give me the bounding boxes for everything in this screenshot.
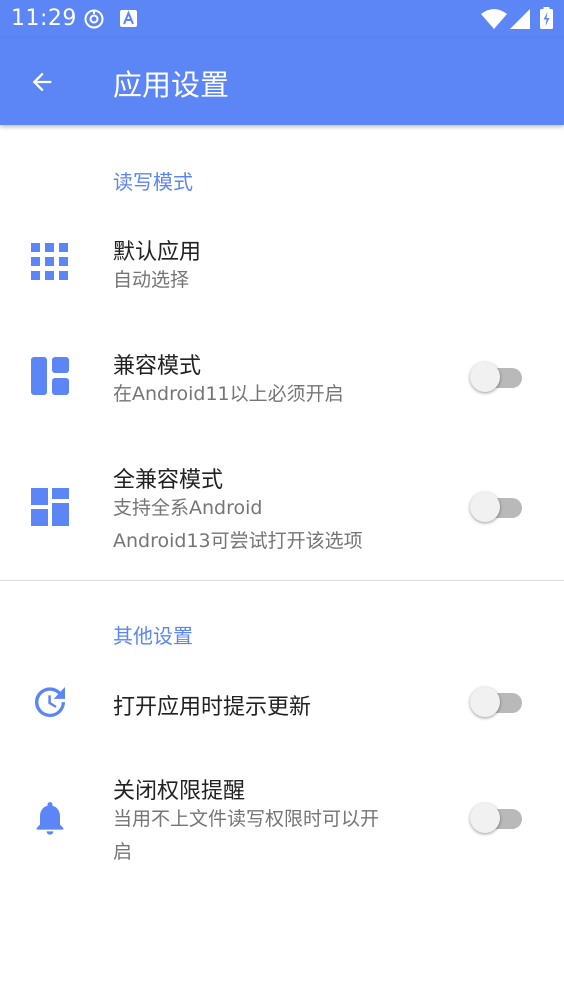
switch-thumb: [470, 492, 500, 522]
setting-subtitle: 自动选择: [113, 269, 190, 291]
permission-reminder-switch[interactable]: [470, 803, 524, 833]
app-bar: 应用设置: [0, 38, 564, 125]
apps-grid-icon: [30, 242, 70, 282]
a-icon: [120, 10, 137, 27]
setting-title: 默认应用: [113, 240, 202, 265]
update-prompt-switch[interactable]: [470, 687, 524, 717]
compat-mode-switch[interactable]: [470, 362, 524, 392]
setting-compat-mode[interactable]: 兼容模式 在Android11以上必须开启: [0, 330, 564, 425]
quilt-icon: [30, 487, 70, 527]
back-button[interactable]: [14, 56, 70, 108]
setting-default-app[interactable]: 默认应用 自动选择: [0, 215, 564, 309]
update-icon: [30, 682, 70, 722]
full-compat-mode-switch[interactable]: [470, 492, 524, 522]
setting-subtitle-line2: 启: [113, 841, 133, 863]
setting-permission-reminder[interactable]: 关闭权限提醒 当用不上文件读写权限时可以开 启: [0, 760, 564, 880]
setting-title: 兼容模式: [113, 354, 202, 379]
setting-title: 打开应用时提示更新: [113, 695, 312, 720]
battery-charging-icon: [540, 7, 553, 29]
setting-full-compat-mode[interactable]: 全兼容模式 支持全系Android Android13可尝试打开该选项: [0, 445, 564, 570]
switch-thumb: [470, 803, 500, 833]
dashboard-icon: [30, 356, 70, 396]
setting-subtitle-line2: Android13可尝试打开该选项: [113, 530, 363, 552]
setting-subtitle-line1: 支持全系Android: [113, 497, 263, 519]
setting-title: 全兼容模式: [113, 468, 224, 493]
setting-update-prompt[interactable]: 打开应用时提示更新: [0, 660, 564, 746]
section-header-other: 其他设置: [113, 624, 193, 648]
setting-subtitle: 在Android11以上必须开启: [113, 383, 344, 405]
section-divider: [0, 580, 564, 581]
setting-subtitle-line1: 当用不上文件读写权限时可以开: [113, 808, 380, 830]
bell-icon: [30, 798, 70, 838]
switch-thumb: [470, 362, 500, 392]
signal-icon: [510, 9, 530, 29]
arrow-back-icon: [32, 72, 52, 92]
wifi-icon: [481, 9, 507, 29]
page-title: 应用设置: [113, 68, 230, 102]
switch-thumb: [470, 687, 500, 717]
status-bar: 11:29: [0, 0, 564, 38]
setting-title: 关闭权限提醒: [113, 779, 246, 804]
section-header-read-write: 读写模式: [113, 170, 193, 194]
status-time: 11:29: [11, 6, 77, 31]
sync-icon: [84, 9, 104, 29]
